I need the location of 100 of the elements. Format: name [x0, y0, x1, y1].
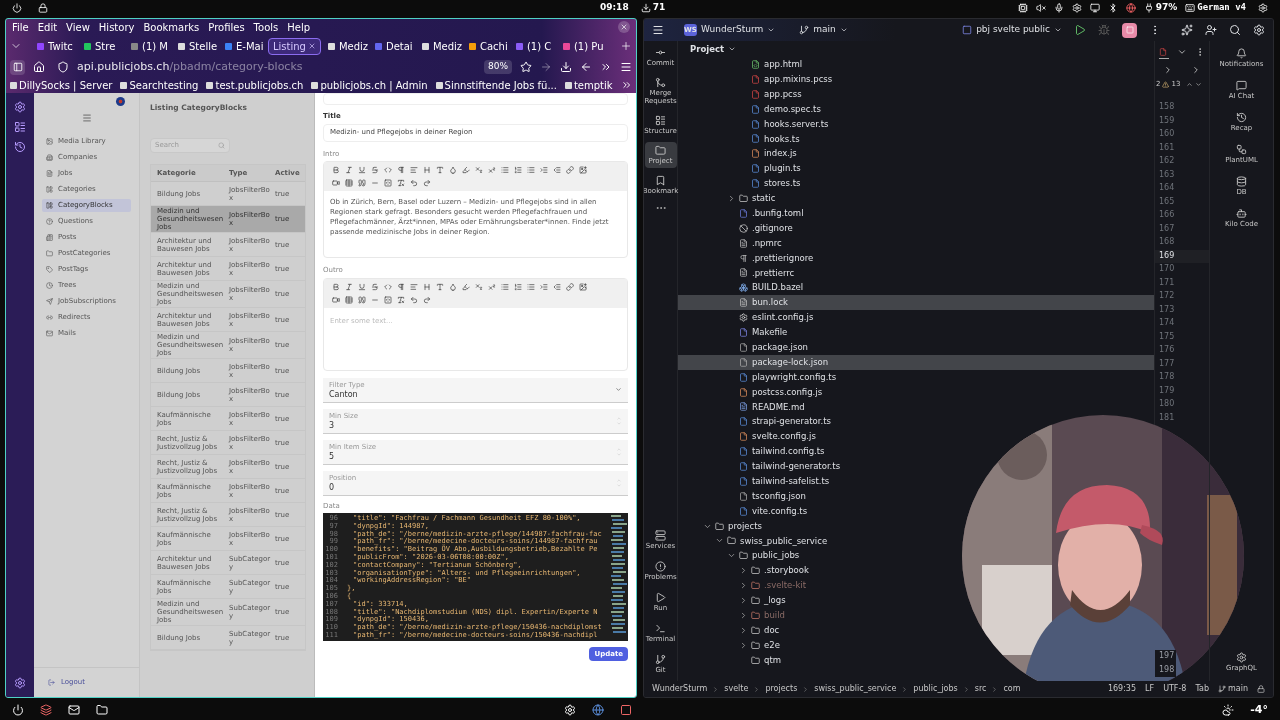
tree-item[interactable]: .storybook	[751, 564, 809, 578]
tree-item[interactable]: swiss_public_service	[727, 534, 828, 548]
browser-tab[interactable]: Stre	[80, 37, 124, 55]
tree-item[interactable]: .npmrc	[739, 236, 782, 250]
run-configuration[interactable]: pbj svelte public	[962, 23, 1062, 37]
browser-tab[interactable]: Cachi	[464, 37, 509, 55]
menu-item[interactable]: Bookmarks	[143, 19, 200, 35]
tree-item[interactable]: vite.config.ts	[739, 504, 808, 518]
tree-item[interactable]: bun.lock	[739, 296, 789, 310]
tree-item[interactable]: .prettierignore	[739, 251, 814, 265]
tree-item[interactable]: app.html	[751, 58, 803, 71]
tree-item[interactable]: tailwind.config.ts	[739, 445, 825, 458]
browser-tab[interactable]: Mediz	[417, 37, 462, 55]
encoding[interactable]: UTF-8	[1163, 683, 1187, 695]
tree-item[interactable]: stores.ts	[751, 177, 801, 190]
line-ending[interactable]: LF	[1145, 683, 1155, 695]
tree-item[interactable]: .svelte-kit	[751, 579, 806, 592]
bookmark-link[interactable]: Sinnstiftende Jobs fü...	[444, 77, 557, 93]
indent-setting[interactable]: Tab	[1195, 683, 1209, 695]
tree-item[interactable]: projects	[715, 519, 762, 533]
tree-item[interactable]: _logs	[751, 594, 786, 607]
browser-tab[interactable]: Detai	[370, 37, 415, 55]
tree-item[interactable]: svelte.config.js	[739, 430, 816, 444]
line-number: 166	[1158, 209, 1176, 221]
tree-item[interactable]: postcss.config.js	[739, 385, 823, 399]
tree-item[interactable]: tailwind-generator.ts	[739, 460, 841, 473]
tree-item[interactable]: package-lock.json	[739, 355, 829, 369]
browser-tab[interactable]: Stelle	[174, 37, 218, 55]
line-number: 172	[1158, 290, 1176, 302]
browser-tab[interactable]: (1) C	[511, 37, 556, 55]
breadcrumb[interactable]: swiss_public_service	[814, 683, 897, 695]
line-number: 158	[1158, 101, 1176, 113]
cursor-position[interactable]: 169:35	[1107, 683, 1137, 695]
menu-item[interactable]: Tools	[253, 19, 279, 35]
tree-item[interactable]: .prettierrc	[739, 266, 795, 280]
tree-item[interactable]: plugin.ts	[751, 162, 801, 176]
tree-item[interactable]: tsconfig.json	[739, 489, 806, 503]
breadcrumb[interactable]: src	[974, 683, 987, 695]
line-number: 175	[1158, 330, 1176, 343]
clock: 09:18	[600, 1, 629, 15]
tree-item[interactable]: build	[751, 609, 785, 622]
tree-item[interactable]: .bunfig.toml	[739, 206, 804, 220]
tree-item[interactable]: static	[739, 192, 776, 205]
line-number: 164	[1158, 182, 1176, 194]
branch-switcher[interactable]: main	[799, 23, 848, 37]
zoom-level[interactable]: 80%	[484, 60, 512, 74]
browser-tab[interactable]: Listing	[268, 37, 321, 55]
address-field[interactable]: api.publicjobs.ch/pbadm/category-blocks	[77, 58, 476, 76]
breadcrumb[interactable]: public_jobs	[913, 683, 958, 695]
menu-item[interactable]: Edit	[37, 19, 58, 35]
browser-tab[interactable]: Mediz	[323, 37, 368, 55]
line-number: 171	[1158, 276, 1176, 289]
bookmark-link[interactable]: test.publicjobs.ch	[215, 77, 304, 93]
panel-title[interactable]: Project	[690, 42, 737, 56]
tree-item[interactable]: index.js	[751, 147, 797, 161]
tree-item[interactable]: Makefile	[739, 326, 788, 339]
browser-tab[interactable]: Twitc	[33, 37, 77, 55]
menu-item[interactable]: View	[66, 19, 90, 35]
line-number: 181	[1158, 411, 1176, 424]
browser-tab[interactable]: (1) M	[127, 37, 171, 55]
menu-item[interactable]: History	[98, 19, 135, 35]
tree-item[interactable]: app.pcss	[751, 87, 802, 101]
line-number: 168	[1158, 236, 1176, 248]
bookmark-link[interactable]: publicjobs.ch | Admin	[320, 77, 428, 93]
tree-item[interactable]: strapi-generator.ts	[739, 415, 831, 429]
bookmark-link[interactable]: temptik	[573, 77, 613, 93]
tree-item[interactable]: app.mixins.pcss	[751, 72, 833, 86]
tree-item[interactable]: playwright.config.ts	[739, 370, 837, 384]
tree-item[interactable]: tailwind-safelist.ts	[739, 475, 830, 488]
git-branch[interactable]: main	[1218, 683, 1248, 695]
tree-item[interactable]: e2e	[751, 638, 780, 652]
tree-item[interactable]: doc	[751, 623, 780, 637]
breadcrumb[interactable]: projects	[765, 683, 798, 695]
tree-item[interactable]: README.md	[739, 400, 805, 414]
tree-item[interactable]: qtm	[751, 653, 781, 667]
tree-item[interactable]: .gitignore	[739, 221, 793, 235]
line-number: 177	[1158, 357, 1176, 370]
battery-level: 97%	[1155, 1, 1178, 15]
menu-item[interactable]: Profiles	[208, 19, 245, 35]
breadcrumb[interactable]: com	[1003, 683, 1021, 695]
line-number: 160	[1158, 128, 1176, 140]
tree-item[interactable]: BUILD.bazel	[739, 281, 804, 295]
bookmark-link[interactable]: DillySocks | Server	[19, 77, 113, 93]
menu-item[interactable]: Help	[287, 19, 311, 35]
breadcrumb[interactable]: svelte	[724, 683, 749, 695]
browser-tab[interactable]: (1) Pu	[558, 37, 603, 55]
tree-item[interactable]: hooks.ts	[751, 132, 800, 146]
tree-item[interactable]: eslint.config.js	[739, 311, 814, 324]
line-number: 180	[1158, 398, 1176, 410]
line-number: 161	[1158, 141, 1176, 154]
tree-item[interactable]: demo.spec.ts	[751, 102, 821, 116]
tree-item[interactable]: package.json	[739, 341, 808, 354]
bookmark-link[interactable]: Searchtesting	[129, 77, 199, 93]
menu-item[interactable]: File	[12, 19, 29, 35]
line-number: 179	[1158, 384, 1176, 397]
tree-item[interactable]: hooks.server.ts	[751, 117, 829, 131]
tree-item[interactable]: public_jobs	[739, 549, 800, 563]
line-number: 159	[1158, 114, 1176, 127]
browser-tab[interactable]: E-Mai	[221, 37, 265, 55]
breadcrumb[interactable]: WunderSturm	[652, 683, 708, 695]
